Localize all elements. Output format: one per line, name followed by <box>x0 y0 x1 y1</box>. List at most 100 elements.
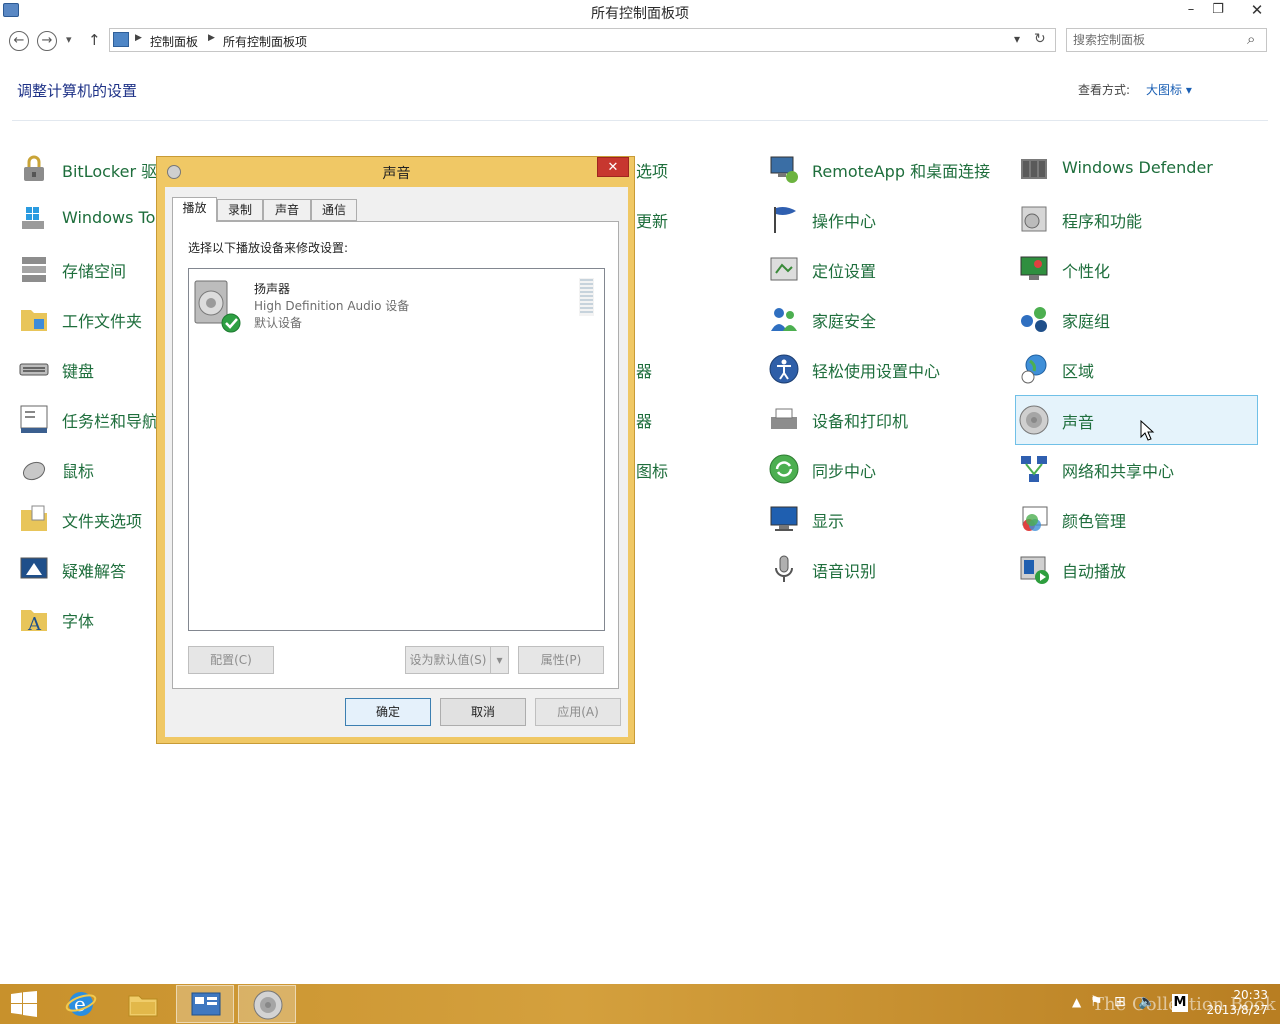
apply-button[interactable]: 应用(A) <box>535 698 621 726</box>
close-button[interactable]: ✕ <box>1240 0 1274 22</box>
sound-taskbar-icon <box>253 990 283 1020</box>
address-dropdown-icon[interactable]: ▾ <box>1014 32 1020 46</box>
item-sync-center[interactable]: 同步中心 <box>766 445 1008 495</box>
sync-center-icon <box>769 454 799 484</box>
windows-defender-icon <box>1021 159 1047 179</box>
list-item[interactable]: 扬声器 High Definition Audio 设备 默认设备 <box>189 269 604 339</box>
item-speech-recognition[interactable]: 语音识别 <box>766 545 1008 595</box>
device-list[interactable]: 扬声器 High Definition Audio 设备 默认设备 <box>188 268 605 631</box>
item-personalization[interactable]: 个性化 <box>1016 245 1258 295</box>
dialog-close-button[interactable]: ✕ <box>597 157 629 177</box>
search-input[interactable] <box>1073 32 1243 48</box>
volume-tray-icon[interactable]: 🔈 <box>1138 994 1155 1010</box>
item-region[interactable]: 区域 <box>1016 345 1258 395</box>
search-box[interactable]: ⌕ <box>1066 28 1267 52</box>
item-devices-printers[interactable]: 设备和打印机 <box>766 395 1008 445</box>
mouse-icon <box>22 461 46 481</box>
playback-panel: 选择以下播放设备来修改设置: 扬声器 High Definition Audio… <box>172 221 619 689</box>
breadcrumb-control-panel[interactable]: 控制面板 <box>150 33 198 50</box>
taskbar-sound[interactable] <box>238 985 296 1023</box>
tab-playback[interactable]: 播放 <box>172 197 217 222</box>
cancel-button[interactable]: 取消 <box>440 698 526 726</box>
item-partial-options[interactable]: 选项 <box>636 158 668 182</box>
control-panel-taskbar-icon <box>191 992 221 1016</box>
set-default-button[interactable]: 设为默认值(S) <box>405 646 491 674</box>
show-hidden-icons[interactable]: ▲ <box>1072 995 1081 1009</box>
configure-button[interactable]: 配置(C) <box>188 646 274 674</box>
network-tray-icon[interactable]: ⊞ <box>1114 994 1126 1010</box>
device-status: 默认设备 <box>254 316 303 330</box>
breadcrumb-all-items[interactable]: 所有控制面板项 <box>223 33 307 50</box>
item-location-settings[interactable]: 定位设置 <box>766 245 1008 295</box>
ok-button[interactable]: 确定 <box>345 698 431 726</box>
up-button[interactable]: ↑ <box>88 31 101 49</box>
item-partial-update[interactable]: 更新 <box>636 208 668 232</box>
sound-dialog: 声音 ✕ 播放 录制 声音 通信 选择以下播放设备来修改设置: 扬声器 High… <box>156 156 635 744</box>
action-center-tray-icon[interactable]: ⚑ <box>1090 994 1103 1010</box>
tab-recording[interactable]: 录制 <box>217 199 263 221</box>
tab-sounds[interactable]: 声音 <box>263 199 311 221</box>
taskbar-navigation-icon <box>20 405 48 433</box>
item-partial-icons[interactable]: 图标 <box>636 458 668 482</box>
breadcrumb-separator-icon[interactable]: ▶ <box>208 33 215 43</box>
fonts-icon: A <box>21 610 47 635</box>
restore-button[interactable]: ❐ <box>1204 0 1232 22</box>
item-homegroup[interactable]: 家庭组 <box>1016 295 1258 345</box>
work-folders-icon <box>21 310 47 331</box>
properties-button[interactable]: 属性(P) <box>518 646 604 674</box>
item-network-sharing[interactable]: 网络和共享中心 <box>1016 445 1258 495</box>
item-ease-of-access[interactable]: 轻松使用设置中心 <box>766 345 1008 395</box>
item-windows-defender[interactable]: Windows Defender <box>1016 145 1258 195</box>
minimize-button[interactable]: – <box>1177 0 1205 22</box>
taskbar-internet-explorer[interactable]: e <box>52 985 110 1023</box>
devices-printers-icon <box>771 408 797 429</box>
view-by-dropdown[interactable]: 大图标 ▾ <box>1146 81 1192 98</box>
volume-level-meter <box>579 278 594 316</box>
device-name: 扬声器 <box>254 282 291 296</box>
speaker-icon <box>1019 405 1049 435</box>
folder-options-icon <box>21 505 47 531</box>
input-method-icon[interactable]: M <box>1172 994 1188 1012</box>
item-programs-features[interactable]: 程序和功能 <box>1016 195 1258 245</box>
homegroup-icon <box>1021 307 1047 332</box>
item-remoteapp[interactable]: RemoteApp 和桌面连接 <box>766 145 1008 195</box>
system-clock[interactable]: 20:33 2013/8/27 <box>1198 988 1268 1018</box>
control-panel-icon <box>113 32 129 47</box>
autoplay-icon <box>1020 556 1049 584</box>
item-partial-manager-2[interactable]: 器 <box>636 408 652 432</box>
set-default-dropdown-button[interactable]: ▾ <box>490 646 509 674</box>
personalization-icon <box>1020 256 1048 280</box>
recent-locations-button[interactable]: ▾ <box>66 33 72 46</box>
device-description: High Definition Audio 设备 <box>254 299 410 313</box>
item-family-safety[interactable]: 家庭安全 <box>766 295 1008 345</box>
region-globe-icon <box>1021 354 1047 384</box>
family-safety-icon <box>771 308 797 331</box>
storage-spaces-icon <box>22 257 46 282</box>
search-icon[interactable]: ⌕ <box>1247 30 1255 48</box>
taskbar-control-panel[interactable] <box>176 985 234 1023</box>
item-sound[interactable]: 声音 <box>1015 395 1258 445</box>
navigation-bar: ← → ▾ ↑ ▶ 控制面板 ▶ 所有控制面板项 ▾ ↻ ⌕ <box>0 28 1280 54</box>
item-autoplay[interactable]: 自动播放 <box>1016 545 1258 595</box>
title-bar: 所有控制面板项 – ❐ ✕ <box>0 0 1280 22</box>
item-action-center[interactable]: 操作中心 <box>766 195 1008 245</box>
window-title: 所有控制面板项 <box>591 6 689 22</box>
breadcrumb-separator-icon[interactable]: ▶ <box>135 33 142 43</box>
troubleshooting-icon <box>20 557 48 579</box>
address-bar[interactable]: ▶ 控制面板 ▶ 所有控制面板项 ▾ ↻ <box>109 28 1056 52</box>
location-settings-icon <box>770 257 798 281</box>
color-management-icon <box>1022 506 1048 531</box>
item-color-management[interactable]: 颜色管理 <box>1016 495 1258 545</box>
taskbar-file-explorer[interactable] <box>114 985 172 1023</box>
forward-button[interactable]: → <box>37 31 57 51</box>
start-windows-icon[interactable] <box>10 991 38 1017</box>
view-by-label: 查看方式: <box>1078 83 1131 97</box>
ease-of-access-icon <box>769 354 799 384</box>
svg-text:A: A <box>27 614 42 635</box>
back-button[interactable]: ← <box>9 31 29 51</box>
item-display[interactable]: 显示 <box>766 495 1008 545</box>
tab-communications[interactable]: 通信 <box>311 199 357 221</box>
item-partial-manager[interactable]: 器 <box>636 358 652 382</box>
display-icon <box>770 506 798 531</box>
refresh-icon[interactable]: ↻ <box>1034 31 1046 47</box>
